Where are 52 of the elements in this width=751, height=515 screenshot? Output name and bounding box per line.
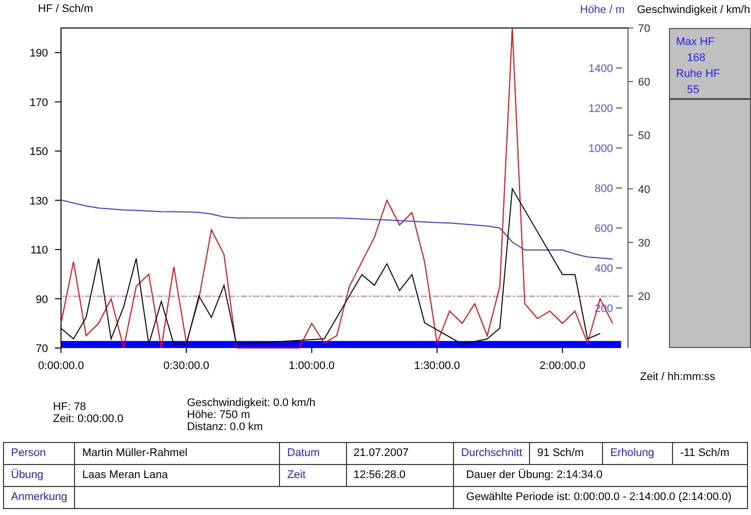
- tick-label: 30: [638, 237, 650, 250]
- cursor-info: Zeit: 0:00:00.0: [53, 413, 124, 425]
- table-cell: Laas Meran Lana: [74, 464, 280, 486]
- table-cell: Martin Müller-Rahmel: [74, 442, 280, 464]
- tick-label: 1:00:00.0: [288, 360, 335, 372]
- tick-label: 2:00:00.0: [540, 360, 586, 372]
- table-cell: 12:56:28.0: [346, 464, 454, 486]
- field-label: Person: [4, 442, 75, 464]
- tick-label: 0:30:00.0: [163, 360, 210, 372]
- field-label: Erholung: [602, 442, 673, 464]
- field-label: Datum: [280, 442, 346, 464]
- table-cell: Gewählte Periode ist: 0:00:00.0 - 2:14:00.0 (2:14:00.0): [454, 486, 748, 508]
- table-cell: 91 Sch/m: [530, 442, 603, 464]
- tick-label: 170: [30, 96, 48, 109]
- table-cell: 21.07.2007: [346, 442, 454, 464]
- axis-title: HF / Sch/m: [38, 3, 94, 15]
- tick-label: 0:00:00.0: [38, 360, 84, 372]
- tick-label: 60: [638, 76, 650, 89]
- tick-label: 50: [638, 130, 650, 142]
- field-label: Zeit: [280, 464, 346, 486]
- tick-label: 150: [30, 146, 48, 158]
- stat-value: 55: [686, 84, 700, 97]
- field-label: Durchschnitt: [454, 442, 530, 464]
- tick-label: 600: [594, 223, 613, 235]
- tick-label: 1200: [588, 103, 613, 115]
- cursor-info: Höhe: 750 m: [187, 409, 250, 421]
- table-cell: -11 Sch/m: [672, 442, 748, 464]
- axis-title: Höhe / m: [580, 4, 625, 16]
- axis-title: Geschwindigkeit / km/h: [637, 4, 750, 16]
- tick-label: 400: [594, 263, 613, 275]
- tick-label: 90: [36, 294, 48, 306]
- cursor-info: HF: 78: [53, 401, 86, 413]
- cursor-info: Geschwindigkeit: 0.0 km/h: [187, 397, 316, 409]
- tick-label: 70: [36, 343, 48, 355]
- stat-label: Ruhe HF: [675, 68, 720, 81]
- tick-label: 130: [30, 195, 48, 208]
- field-label: Anmerkung: [4, 486, 75, 508]
- table-cell: Dauer der Übung: 2:14:34.0: [454, 464, 748, 486]
- stat-value: 168: [686, 52, 706, 65]
- tick-label: 1000: [588, 143, 613, 155]
- field-label: Übung: [4, 464, 75, 486]
- tick-label: 190: [30, 48, 48, 60]
- tick-label: 20: [638, 291, 650, 303]
- tick-label: 110: [30, 244, 48, 257]
- axis-title: Zeit / hh:mm:ss: [640, 371, 716, 383]
- tick-label: 40: [638, 184, 650, 196]
- tick-label: 1:30:00.0: [414, 360, 460, 372]
- tick-label: 70: [638, 23, 650, 35]
- cursor-info: Distanz: 0.0 km: [187, 421, 263, 433]
- tick-label: 800: [594, 183, 613, 195]
- stat-label: Max HF: [675, 36, 714, 49]
- tick-label: 1400: [588, 63, 613, 75]
